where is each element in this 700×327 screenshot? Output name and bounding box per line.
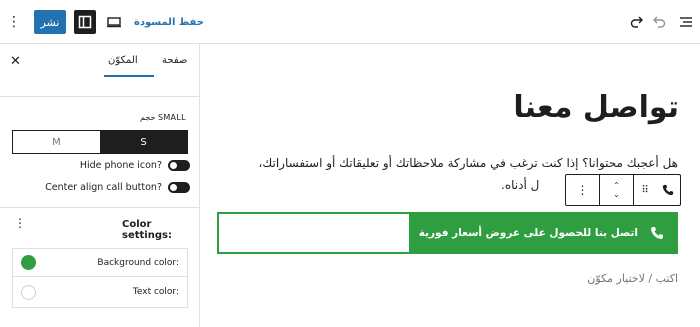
desktop-preview-icon bbox=[107, 17, 121, 28]
move-down-icon[interactable]: ⌄ bbox=[613, 190, 620, 199]
editor-top-bar: ⋮ نشر حفظ المسودة bbox=[0, 0, 700, 44]
tab-block[interactable]: المكوّن bbox=[108, 55, 138, 66]
call-button-label: اتصل بنا للحصول على عروض أسعار فورية bbox=[418, 227, 638, 239]
color-settings-options-icon[interactable]: ⋮ bbox=[14, 216, 26, 230]
block-type-button[interactable] bbox=[656, 175, 680, 205]
publish-button[interactable]: نشر bbox=[34, 10, 66, 34]
text-color-row[interactable]: Text color: bbox=[13, 278, 187, 306]
sidebar-toggle-icon bbox=[78, 15, 92, 29]
redo-button[interactable] bbox=[627, 12, 647, 32]
close-icon[interactable]: ✕ bbox=[10, 54, 21, 69]
size-option-s[interactable]: S bbox=[100, 131, 187, 153]
center-align-toggle[interactable] bbox=[168, 181, 190, 193]
document-overview-icon bbox=[680, 17, 692, 27]
divider bbox=[0, 96, 200, 97]
center-align-label: Center align call button? bbox=[45, 181, 162, 193]
sidebar-toggle-button[interactable] bbox=[74, 10, 96, 34]
options-icon[interactable]: ⋮ bbox=[6, 10, 22, 34]
call-button[interactable]: اتصل بنا للحصول على عروض أسعار فورية bbox=[409, 214, 678, 252]
active-tab-indicator bbox=[104, 75, 154, 77]
background-color-label: Background color: bbox=[97, 257, 179, 268]
sidebar-tabs: ✕ المكوّن صفحة bbox=[0, 44, 200, 96]
color-settings-title: Color settings: bbox=[122, 219, 172, 241]
undo-button[interactable] bbox=[649, 12, 669, 32]
hide-phone-icon-toggle[interactable] bbox=[168, 159, 190, 171]
divider bbox=[0, 207, 200, 208]
block-toolbar: ⋮ ⌃ ⌄ ⠿ bbox=[565, 174, 681, 206]
center-align-row: Center align call button? bbox=[10, 180, 190, 194]
paragraph-line[interactable]: هل أعجبك محتوانا؟ إذا كنت ترغب في مشاركة… bbox=[259, 156, 679, 170]
redo-icon bbox=[630, 16, 643, 28]
block-appender-placeholder[interactable]: اكتب / لاختيار مكوّن bbox=[587, 272, 678, 285]
size-option-m[interactable]: M bbox=[13, 131, 100, 153]
desktop-preview-button[interactable] bbox=[104, 12, 124, 32]
size-label: حجم SMALL bbox=[140, 113, 186, 122]
hide-phone-icon-label: Hide phone icon? bbox=[79, 159, 162, 171]
text-color-swatch[interactable] bbox=[21, 284, 36, 300]
save-draft-button[interactable]: حفظ المسودة bbox=[134, 12, 204, 32]
document-overview-button[interactable] bbox=[676, 12, 696, 32]
phone-icon bbox=[651, 227, 663, 239]
background-color-swatch[interactable] bbox=[21, 255, 36, 270]
move-up-icon[interactable]: ⌃ bbox=[613, 181, 620, 190]
text-color-label: Text color: bbox=[132, 287, 179, 297]
color-settings-panel: Background color: Text color: bbox=[12, 248, 188, 308]
background-color-row[interactable]: Background color: bbox=[13, 249, 187, 277]
move-block-control: ⌃ ⌄ bbox=[600, 175, 634, 205]
tab-page[interactable]: صفحة bbox=[162, 55, 187, 66]
drag-handle-icon[interactable]: ⠿ bbox=[634, 175, 656, 205]
call-button-block[interactable]: اتصل بنا للحصول على عروض أسعار فورية bbox=[217, 212, 678, 254]
block-options-icon[interactable]: ⋮ bbox=[566, 175, 600, 205]
hide-phone-icon-row: Hide phone icon? bbox=[10, 158, 190, 172]
editor-canvas: تواصل معنا هل أعجبك محتوانا؟ إذا كنت ترغ… bbox=[201, 44, 700, 327]
phone-icon bbox=[662, 184, 674, 196]
settings-sidebar: ✕ المكوّن صفحة حجم SMALL M S Hide phone … bbox=[0, 44, 200, 327]
paragraph-line[interactable]: ل أدناه. bbox=[501, 178, 539, 192]
size-segmented-control: M S bbox=[12, 130, 188, 154]
page-heading[interactable]: تواصل معنا bbox=[513, 90, 679, 125]
undo-icon bbox=[653, 16, 666, 28]
